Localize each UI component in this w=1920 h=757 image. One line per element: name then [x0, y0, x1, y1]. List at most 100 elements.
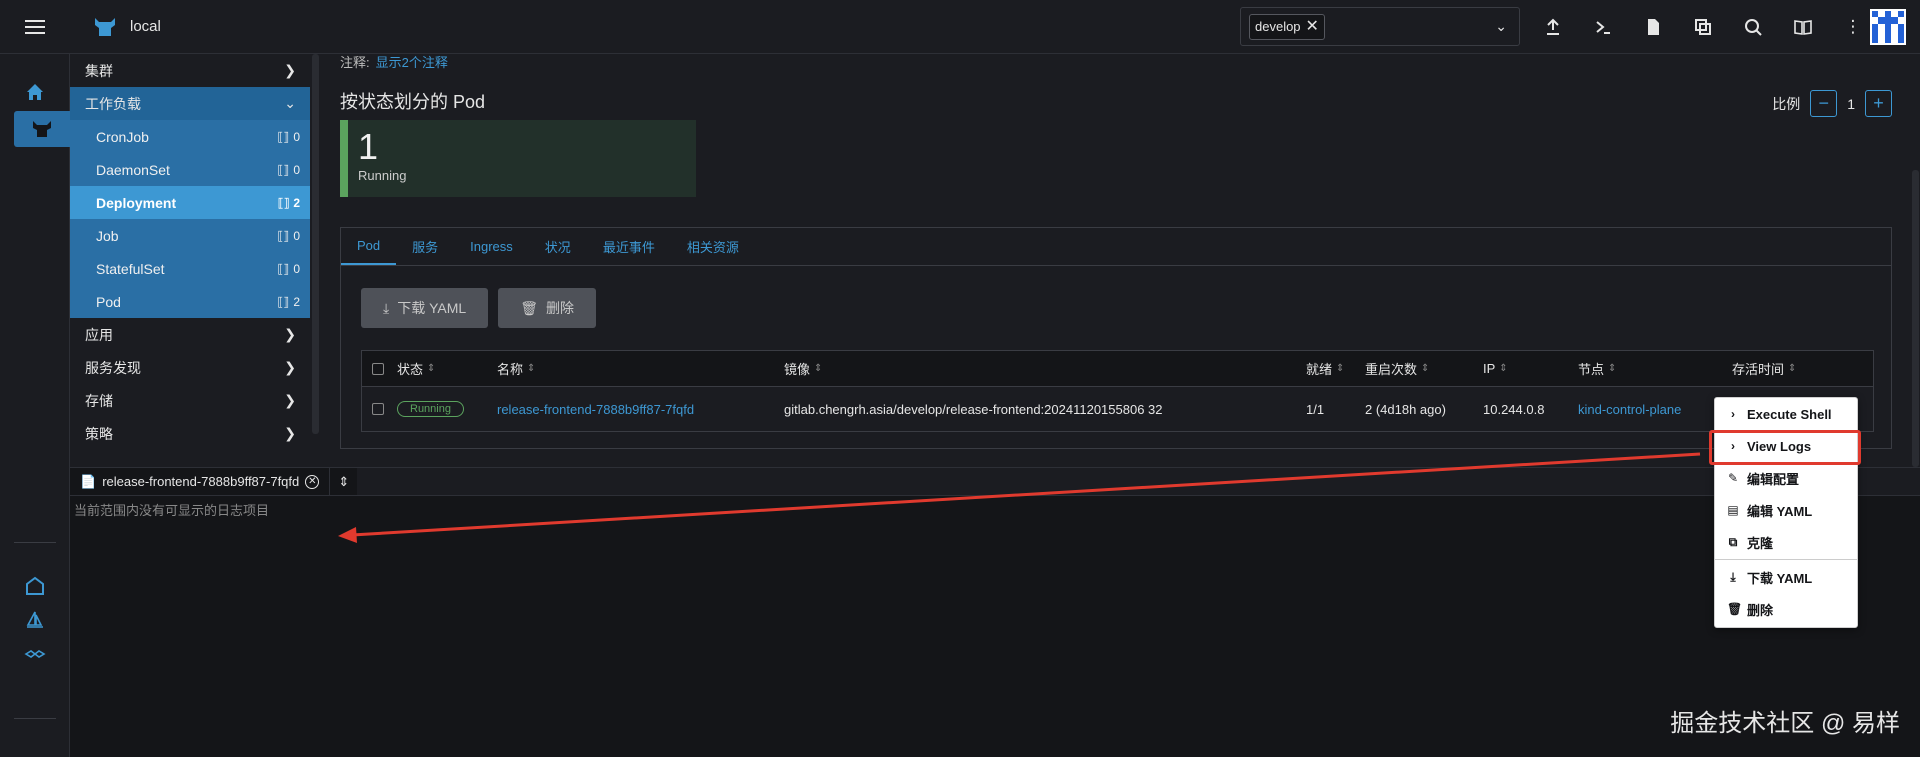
sidebar-item-count: ⟦⟧ 2	[277, 295, 300, 309]
sidebar-scrollbar[interactable]	[312, 54, 319, 434]
copy-icon[interactable]	[1678, 0, 1728, 54]
menu-item-edit-config[interactable]: ✎ 编辑配置	[1715, 462, 1857, 494]
scale-increase-button[interactable]: +	[1865, 90, 1892, 117]
sidebar-group-label: 服务发现	[85, 359, 141, 376]
sort-icon: ⇕	[814, 363, 823, 374]
download-icon: ⤓	[383, 299, 390, 316]
menu-item-clone[interactable]: ⧉ 克隆	[1715, 526, 1857, 558]
namespace-count-icon: ⟦⟧	[277, 261, 290, 276]
namespace-count-icon: ⟦⟧	[277, 228, 290, 243]
tab-recent-events[interactable]: 最近事件	[587, 228, 671, 265]
scale-value: 1	[1847, 95, 1855, 112]
home-icon[interactable]	[14, 74, 56, 110]
file-icon: ▤	[1727, 503, 1739, 517]
cluster-brand[interactable]: local	[92, 16, 161, 38]
cluster-name: local	[130, 18, 161, 35]
show-annotations-link[interactable]: 显示2个注释	[376, 55, 448, 70]
col-node[interactable]: 节点 ⇕	[1578, 359, 1616, 378]
main-content: 注释: 显示2个注释 按状态划分的 Pod 比例 − 1 + 1 Running …	[320, 54, 1920, 467]
menu-item-execute-shell[interactable]: › Execute Shell	[1715, 398, 1857, 430]
annotations: 注释: 显示2个注释	[340, 54, 448, 71]
menu-item-edit-yaml[interactable]: ▤ 编辑 YAML	[1715, 494, 1857, 526]
sidebar-item-label: DaemonSet	[96, 161, 170, 178]
tab-ingress[interactable]: Ingress	[454, 228, 529, 265]
sidebar-item-count: ⟦⟧ 2	[278, 196, 300, 210]
sidebar-item-job[interactable]: Job ⟦⟧ 0	[70, 219, 310, 252]
sidebar-item-deployment[interactable]: Deployment ⟦⟧ 2	[70, 186, 310, 219]
namespace-count-icon: ⟦⟧	[277, 294, 290, 309]
pod-state-label: Running	[358, 168, 407, 183]
col-restarts[interactable]: 重启次数 ⇕	[1365, 359, 1429, 378]
content-scrollbar[interactable]	[1912, 170, 1919, 467]
close-icon[interactable]: ✕	[305, 474, 320, 489]
col-label: IP	[1483, 361, 1496, 376]
table-row[interactable]: Running release-frontend-7888b9ff87-7fqf…	[362, 387, 1873, 431]
search-icon[interactable]	[1728, 0, 1778, 54]
sidebar-group-label: 工作负载	[85, 95, 141, 112]
select-all-checkbox[interactable]	[372, 362, 384, 375]
rancher-logo-icon	[95, 17, 115, 36]
user-avatar[interactable]	[1870, 9, 1906, 45]
pod-restarts: 2 (4d18h ago)	[1365, 401, 1446, 417]
menu-item-download-yaml[interactable]: ⤓ 下载 YAML	[1715, 561, 1857, 593]
pod-node-link[interactable]: kind-control-plane	[1578, 402, 1681, 417]
tab-services[interactable]: 服务	[396, 228, 454, 265]
col-ready[interactable]: 就绪 ⇕	[1306, 359, 1344, 378]
tab-pod[interactable]: Pod	[341, 228, 397, 265]
shell-icon[interactable]	[1578, 0, 1628, 54]
chevron-down-icon: ⌄	[284, 95, 296, 111]
col-label: 状态	[397, 362, 424, 377]
sidebar: 集群 ❯ 工作负载 ⌄ CronJob ⟦⟧ 0 DaemonSet ⟦⟧ 0 Deploy…	[70, 54, 310, 467]
sailboat-icon[interactable]	[14, 602, 56, 638]
col-image[interactable]: 镜像 ⇕	[784, 359, 822, 378]
namespace-remove-icon[interactable]: ✕	[1306, 18, 1319, 35]
col-status[interactable]: 状态 ⇕	[397, 359, 435, 378]
col-name[interactable]: 名称 ⇕	[497, 359, 535, 378]
file-icon[interactable]	[1628, 0, 1678, 54]
watermark: 掘金技术社区 @ 易样	[1670, 710, 1900, 737]
fleet-icon[interactable]	[14, 568, 56, 604]
chevron-down-icon[interactable]: ⌄	[1495, 18, 1507, 35]
sidebar-item-cronjob[interactable]: CronJob ⟦⟧ 0	[70, 120, 310, 153]
sidebar-item-count: ⟦⟧ 0	[277, 163, 300, 177]
menu-divider	[1715, 559, 1857, 560]
col-age[interactable]: 存活时间 ⇕	[1732, 359, 1796, 378]
extensions-icon[interactable]	[14, 636, 56, 672]
pod-name-link[interactable]: release-frontend-7888b9ff87-7fqfd	[497, 402, 694, 417]
row-checkbox[interactable]	[372, 403, 384, 415]
sidebar-group-storage[interactable]: 存储 ❯	[70, 384, 310, 417]
tab-conditions[interactable]: 状况	[529, 228, 587, 265]
namespace-select[interactable]: develop ✕ ⌄	[1240, 7, 1520, 46]
sort-icon: ⇕	[527, 363, 536, 374]
menu-item-label: 删除	[1747, 602, 1774, 618]
chevron-right-icon: ❯	[284, 62, 296, 78]
log-tab[interactable]: 📄 release-frontend-7888b9ff87-7fqfd ✕	[70, 468, 330, 495]
book-icon[interactable]	[1778, 0, 1828, 54]
sidebar-item-label: Deployment	[96, 194, 177, 211]
sidebar-item-label: StatefulSet	[96, 260, 165, 277]
scale-decrease-button[interactable]: −	[1810, 90, 1838, 117]
sidebar-item-pod[interactable]: Pod ⟦⟧ 2	[70, 285, 310, 318]
tab-related-resources[interactable]: 相关资源	[671, 228, 755, 265]
upload-icon[interactable]	[1528, 0, 1578, 54]
sidebar-item-daemonset[interactable]: DaemonSet ⟦⟧ 0	[70, 153, 310, 186]
menu-item-delete[interactable]: 🗑 删除	[1715, 593, 1857, 625]
sidebar-item-count: ⟦⟧ 0	[277, 262, 300, 276]
sidebar-group-policy[interactable]: 策略 ❯	[70, 417, 310, 450]
expand-collapse-icon[interactable]: ⇕	[329, 468, 358, 495]
col-ip[interactable]: IP ⇕	[1483, 361, 1508, 376]
pod-ip: 10.244.0.8	[1483, 401, 1545, 417]
sidebar-item-statefulset[interactable]: StatefulSet ⟦⟧ 0	[70, 252, 310, 285]
sidebar-group-workloads[interactable]: 工作负载 ⌄	[70, 87, 310, 120]
download-yaml-button[interactable]: ⤓ 下载 YAML	[361, 288, 489, 328]
cluster-rail-icon[interactable]	[14, 111, 70, 147]
tabs: Pod 服务 Ingress 状况 最近事件 相关资源	[341, 228, 1891, 266]
sidebar-group-service-discovery[interactable]: 服务发现 ❯	[70, 351, 310, 384]
sidebar-item-count: ⟦⟧ 0	[277, 229, 300, 243]
delete-button[interactable]: 🗑 删除	[498, 288, 596, 328]
hamburger-menu-icon[interactable]	[0, 0, 70, 54]
menu-item-label: 编辑 YAML	[1747, 503, 1813, 519]
sidebar-group-apps[interactable]: 应用 ❯	[70, 318, 310, 351]
sidebar-group-cluster[interactable]: 集群 ❯	[70, 54, 310, 87]
rail-divider	[14, 718, 56, 719]
